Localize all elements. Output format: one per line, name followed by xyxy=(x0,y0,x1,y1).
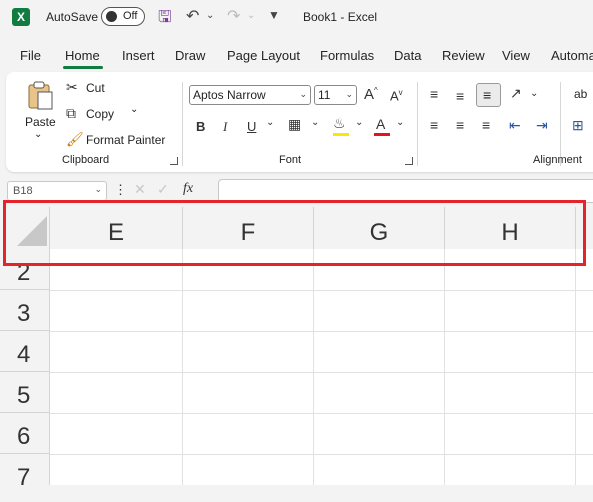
paste-dropdown-icon[interactable]: ⌄ xyxy=(34,129,42,140)
paste-label[interactable]: Paste xyxy=(25,115,56,129)
font-family-value: Aptos Narrow xyxy=(193,88,266,102)
more-options-icon[interactable]: ⋮ xyxy=(114,182,127,198)
wrap-text-icon[interactable]: ab xyxy=(574,87,587,101)
font-color-swatch xyxy=(374,133,390,136)
align-center-icon[interactable]: ≡ xyxy=(456,117,464,133)
document-title: Book1 - Excel xyxy=(303,10,378,24)
gridline xyxy=(50,290,593,291)
clipboard-launcher-icon[interactable] xyxy=(170,157,178,165)
format-painter-label[interactable]: Format Painter xyxy=(86,133,165,147)
chevron-down-icon: ⌄ xyxy=(94,184,102,194)
gridline xyxy=(50,454,593,455)
copy-label[interactable]: Copy xyxy=(86,107,114,121)
merge-center-icon[interactable]: ⊞ xyxy=(572,117,584,134)
tab-page-layout[interactable]: Page Layout xyxy=(227,48,300,63)
font-launcher-icon[interactable] xyxy=(405,157,413,165)
toggle-knob xyxy=(106,11,117,22)
name-box[interactable]: B18 ⌄ xyxy=(7,181,107,201)
grow-font-icon[interactable]: A^ xyxy=(364,86,378,103)
gridline xyxy=(50,413,593,414)
tab-insert[interactable]: Insert xyxy=(122,48,155,63)
copy-icon[interactable]: ⧉ xyxy=(66,105,76,122)
customize-qat-icon[interactable]: ▼ xyxy=(268,8,280,22)
insert-function-icon[interactable]: fx xyxy=(183,181,193,197)
gridline xyxy=(313,249,314,485)
align-left-icon[interactable]: ≡ xyxy=(430,117,438,133)
fill-color-dropdown-icon[interactable]: ⌄ xyxy=(355,117,363,128)
font-size-value: 11 xyxy=(318,88,331,102)
font-color-dropdown-icon[interactable]: ⌄ xyxy=(396,117,404,128)
increase-indent-icon[interactable]: ⇥ xyxy=(536,117,548,134)
row-header-3[interactable]: 3 xyxy=(0,290,50,331)
row-header-4[interactable]: 4 xyxy=(0,331,50,372)
borders-icon[interactable]: ▦ xyxy=(288,116,301,133)
italic-button[interactable]: I xyxy=(223,119,227,135)
autosave-label: AutoSave xyxy=(46,10,99,24)
tab-home[interactable]: Home xyxy=(65,48,100,63)
orientation-icon[interactable]: ↗ xyxy=(510,85,522,102)
tab-formulas[interactable]: Formulas xyxy=(320,48,374,63)
redo-icon[interactable]: ↷ xyxy=(227,6,240,26)
undo-dropdown-icon[interactable]: ⌄ xyxy=(206,10,214,21)
fill-color-icon[interactable]: ♨ xyxy=(333,115,346,132)
row-header-6[interactable]: 6 xyxy=(0,413,50,454)
redo-dropdown-icon[interactable]: ⌄ xyxy=(247,10,255,21)
paste-icon[interactable] xyxy=(26,80,54,110)
row-header-5[interactable]: 5 xyxy=(0,372,50,413)
name-box-value: B18 xyxy=(13,185,33,197)
autosave-toggle[interactable]: Off xyxy=(101,7,145,26)
copy-dropdown-icon[interactable]: ⌄ xyxy=(130,104,138,115)
gridline xyxy=(182,249,183,485)
tab-data[interactable]: Data xyxy=(394,48,421,63)
group-separator xyxy=(182,82,183,166)
alignment-group-label: Alignment xyxy=(533,154,582,166)
tab-automate[interactable]: Automa xyxy=(551,48,593,63)
cancel-icon[interactable]: ✕ xyxy=(134,181,146,198)
tab-review[interactable]: Review xyxy=(442,48,485,63)
underline-button[interactable]: U xyxy=(247,119,256,134)
middle-align-icon[interactable]: ≡ xyxy=(456,88,464,104)
borders-dropdown-icon[interactable]: ⌄ xyxy=(311,117,319,128)
gridline xyxy=(444,249,445,485)
gridline xyxy=(50,372,593,373)
undo-icon[interactable]: ↶ xyxy=(186,6,199,26)
tab-view[interactable]: View xyxy=(502,48,530,63)
font-group-label: Font xyxy=(279,154,302,166)
font-family-select[interactable]: Aptos Narrow ⌄ xyxy=(189,85,311,105)
font-color-icon[interactable]: A xyxy=(376,116,385,132)
autosave-state: Off xyxy=(123,10,138,22)
clipboard-group-label: Clipboard xyxy=(62,154,110,166)
row-header-7[interactable]: 7 xyxy=(0,454,50,491)
excel-logo-icon: X xyxy=(12,8,30,26)
enter-icon[interactable]: ✓ xyxy=(157,181,169,198)
tab-draw[interactable]: Draw xyxy=(175,48,205,63)
cut-icon[interactable]: ✂ xyxy=(66,79,78,96)
cut-label[interactable]: Cut xyxy=(86,81,105,95)
chevron-down-icon: ⌄ xyxy=(345,89,353,99)
gridline xyxy=(50,331,593,332)
format-painter-icon[interactable]: 🖌 xyxy=(66,131,84,148)
highlight-box xyxy=(3,200,586,266)
active-tab-indicator xyxy=(63,66,103,69)
chevron-down-icon: ⌄ xyxy=(299,89,307,99)
save-icon[interactable]: 🖫 xyxy=(158,6,172,33)
top-align-icon[interactable]: ≡ xyxy=(430,86,438,102)
decrease-indent-icon[interactable]: ⇤ xyxy=(509,117,521,134)
font-size-select[interactable]: 11 ⌄ xyxy=(314,85,357,105)
gridline xyxy=(575,249,576,485)
fill-color-swatch xyxy=(333,133,349,136)
bottom-align-icon: ≡ xyxy=(483,87,492,103)
align-right-icon[interactable]: ≡ xyxy=(482,117,490,133)
title-bar: X AutoSave Off 🖫 ↶ ⌄ ↷ ⌄ ▼ Book1 - Excel xyxy=(0,0,593,36)
bold-button[interactable]: B xyxy=(196,119,205,134)
shrink-font-icon[interactable]: Av xyxy=(390,88,403,103)
underline-dropdown-icon[interactable]: ⌄ xyxy=(266,117,274,128)
bottom-align-button[interactable]: ≡ xyxy=(476,83,501,107)
orientation-dropdown-icon[interactable]: ⌄ xyxy=(530,88,538,99)
group-separator xyxy=(417,82,418,166)
tab-file[interactable]: File xyxy=(20,48,41,63)
